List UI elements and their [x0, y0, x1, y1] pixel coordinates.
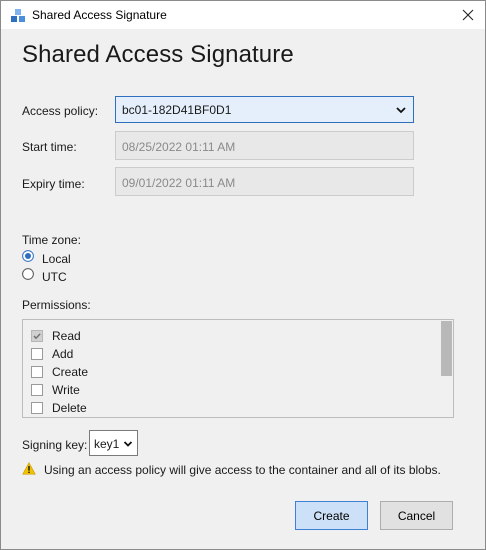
- radio-local[interactable]: [22, 250, 34, 262]
- access-policy-select[interactable]: bc01-182D41BF0D1: [115, 96, 414, 123]
- permissions-list[interactable]: Read Add Create Write Delete: [22, 319, 454, 418]
- chevron-down-icon: [396, 107, 406, 114]
- warning-message: Using an access policy will give access …: [44, 463, 441, 477]
- permission-add-checkbox[interactable]: [31, 348, 43, 360]
- start-time-field: 08/25/2022 01:11 AM: [115, 131, 414, 160]
- permission-create-checkbox[interactable]: [31, 366, 43, 378]
- cancel-button[interactable]: Cancel: [380, 501, 453, 530]
- title-bar[interactable]: Shared Access Signature: [1, 1, 485, 29]
- dialog-heading: Shared Access Signature: [22, 41, 294, 68]
- permission-read-checkbox[interactable]: [31, 330, 43, 342]
- signing-key-value: key1: [94, 437, 120, 451]
- access-policy-label: Access policy:: [22, 104, 99, 118]
- permission-delete-checkbox[interactable]: [31, 402, 43, 414]
- permission-delete-label: Delete: [52, 401, 87, 415]
- radio-local-label[interactable]: Local: [42, 252, 71, 266]
- start-time-label: Start time:: [22, 140, 77, 154]
- clipped-text-fragment: [23, 481, 173, 485]
- expiry-time-value: 09/01/2022 01:11 AM: [122, 176, 236, 190]
- expiry-time-field: 09/01/2022 01:11 AM: [115, 167, 414, 196]
- permissions-label: Permissions:: [22, 298, 91, 312]
- signing-key-select[interactable]: key1: [89, 430, 138, 456]
- expiry-time-label: Expiry time:: [22, 177, 85, 191]
- sas-dialog: Shared Access Signature Shared Access Si…: [0, 0, 486, 550]
- permission-write-checkbox[interactable]: [31, 384, 43, 396]
- blob-container-icon: [10, 7, 26, 23]
- permissions-scrollbar[interactable]: [439, 320, 453, 417]
- create-button[interactable]: Create: [295, 501, 368, 530]
- permission-write-label: Write: [52, 383, 80, 397]
- warning-icon: [22, 462, 36, 475]
- radio-utc[interactable]: [22, 268, 34, 280]
- time-zone-label: Time zone:: [22, 233, 81, 247]
- chevron-down-icon: [123, 441, 133, 447]
- permission-create-label: Create: [52, 365, 89, 379]
- start-time-value: 08/25/2022 01:11 AM: [122, 140, 236, 154]
- window-title: Shared Access Signature: [32, 8, 167, 22]
- permission-read-label: Read: [52, 329, 81, 343]
- close-button[interactable]: [451, 1, 485, 29]
- permissions-scrollbar-thumb[interactable]: [441, 321, 452, 376]
- close-icon: [462, 9, 474, 21]
- signing-key-label: Signing key:: [22, 438, 88, 452]
- access-policy-value: bc01-182D41BF0D1: [122, 103, 232, 117]
- radio-utc-label[interactable]: UTC: [42, 270, 67, 284]
- permission-add-label: Add: [52, 347, 74, 361]
